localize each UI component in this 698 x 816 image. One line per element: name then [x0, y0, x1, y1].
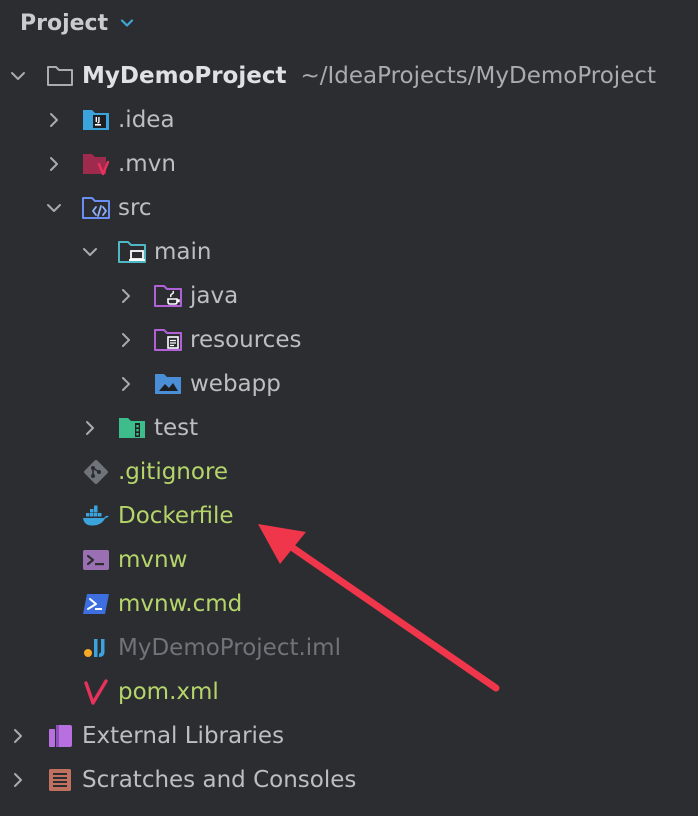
folder-icon [46, 62, 74, 90]
shell-script-icon [82, 546, 110, 574]
java-folder-icon [154, 282, 182, 310]
tree-item-label: .gitignore [118, 459, 229, 485]
tree-item-resources[interactable]: resources [0, 318, 698, 362]
tree-item-mvnw[interactable]: mvnw [0, 538, 698, 582]
tree-item-label: MyDemoProject.iml [118, 635, 341, 661]
project-tree: MyDemoProject ~/IdeaProjects/MyDemoProjec… [0, 54, 698, 802]
tree-item-label: Dockerfile [118, 503, 234, 529]
chevron-right-icon[interactable] [44, 110, 64, 130]
module-folder-icon [118, 238, 146, 266]
tree-item-project-root[interactable]: MyDemoProject ~/IdeaProjects/MyDemoProjec… [0, 54, 698, 98]
tree-item-java[interactable]: java [0, 274, 698, 318]
tree-item-dockerfile[interactable]: Dockerfile [0, 494, 698, 538]
tree-item-label: Scratches and Consoles [82, 767, 357, 793]
tree-item-label: webapp [190, 371, 281, 397]
tree-item-label: main [154, 239, 212, 265]
tree-item-mvnw-cmd[interactable]: mvnw.cmd [0, 582, 698, 626]
chevron-down-icon[interactable] [118, 14, 136, 32]
tree-item-label: pom.xml [118, 679, 219, 705]
chevron-right-icon[interactable] [80, 418, 100, 438]
svg-text:IJ: IJ [95, 116, 100, 124]
tree-item-idea[interactable]: IJ .idea [0, 98, 698, 142]
tree-item-test[interactable]: test [0, 406, 698, 450]
library-icon [46, 722, 74, 750]
project-path: ~/IdeaProjects/MyDemoProject [300, 63, 657, 89]
scratches-icon [46, 766, 74, 794]
tree-item-label: mvnw.cmd [118, 591, 243, 617]
docker-icon [82, 502, 110, 530]
maven-folder-icon [82, 150, 110, 178]
chevron-right-icon[interactable] [116, 374, 136, 394]
tree-item-label: mvnw [118, 547, 188, 573]
tree-item-label: resources [190, 327, 302, 353]
tree-item-iml[interactable]: MyDemoProject.iml [0, 626, 698, 670]
tree-item-mvn[interactable]: .mvn [0, 142, 698, 186]
chevron-down-icon[interactable] [44, 198, 64, 218]
tree-item-pom[interactable]: pom.xml [0, 670, 698, 714]
chevron-right-icon[interactable] [8, 770, 28, 790]
tree-item-gitignore[interactable]: .gitignore [0, 450, 698, 494]
tree-item-label: .idea [118, 107, 175, 133]
chevron-right-icon[interactable] [116, 286, 136, 306]
chevron-down-icon[interactable] [80, 242, 100, 262]
chevron-right-icon[interactable] [44, 154, 64, 174]
maven-icon [82, 678, 110, 706]
panel-title[interactable]: Project [20, 11, 108, 36]
source-folder-icon [82, 194, 110, 222]
git-file-icon [82, 458, 110, 486]
resources-folder-icon [154, 326, 182, 354]
chevron-down-icon[interactable] [8, 66, 28, 86]
tree-item-label: External Libraries [82, 723, 285, 749]
powershell-icon [82, 590, 110, 618]
idea-folder-icon: IJ [82, 106, 110, 134]
tree-item-main[interactable]: main [0, 230, 698, 274]
project-name: MyDemoProject ~/IdeaProjects/MyDemoProjec… [82, 63, 657, 89]
panel-header: Project [0, 0, 698, 46]
tree-item-scratches[interactable]: Scratches and Consoles [0, 758, 698, 802]
tree-item-external-libraries[interactable]: External Libraries [0, 714, 698, 758]
tree-item-label: java [190, 283, 239, 309]
tree-item-label: test [154, 415, 199, 441]
tree-item-label: src [118, 195, 152, 221]
image-folder-icon [154, 370, 182, 398]
tree-item-webapp[interactable]: webapp [0, 362, 698, 406]
tree-item-label: .mvn [118, 151, 176, 177]
chevron-right-icon[interactable] [116, 330, 136, 350]
chevron-right-icon[interactable] [8, 726, 28, 746]
intellij-module-icon [82, 634, 110, 662]
tree-item-src[interactable]: src [0, 186, 698, 230]
test-folder-icon [118, 414, 146, 442]
